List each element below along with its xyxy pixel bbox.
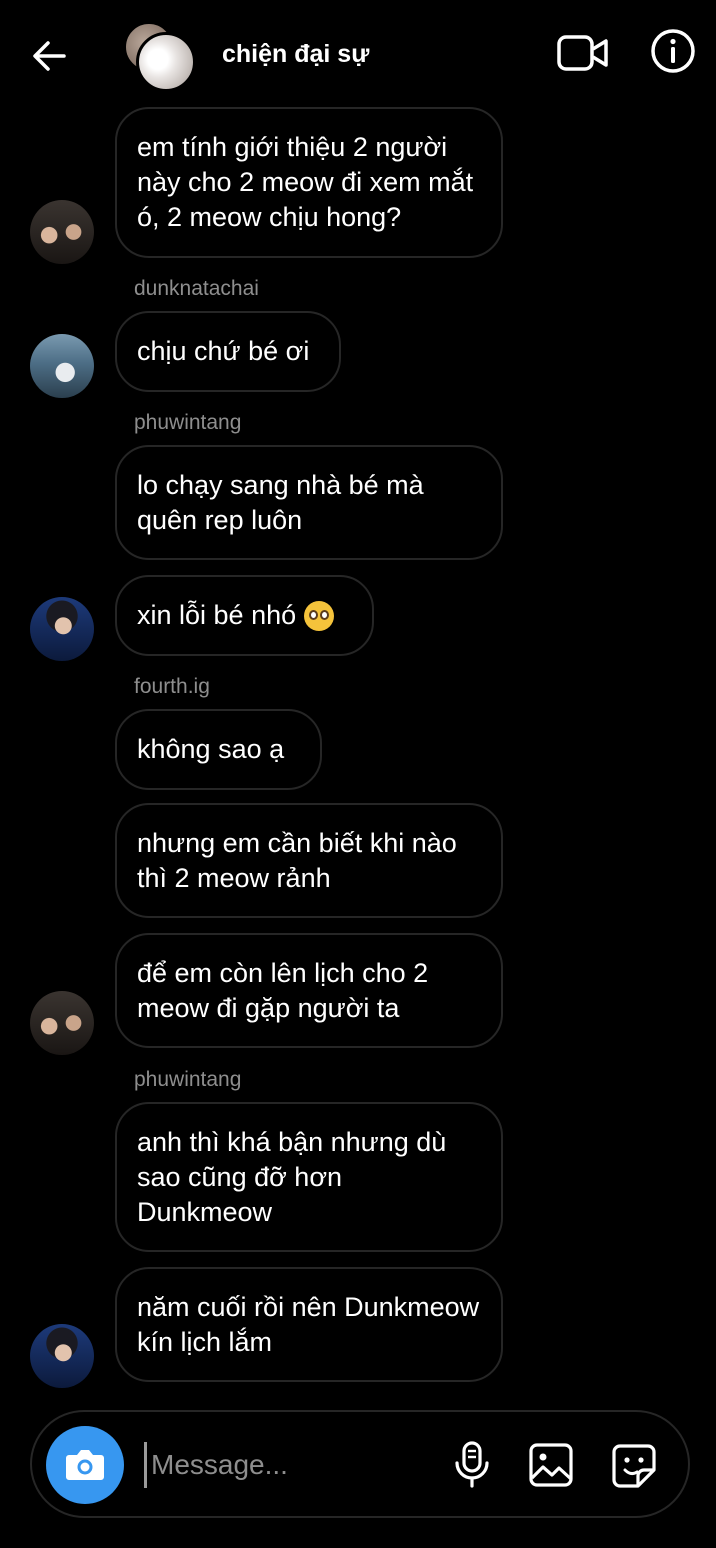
message-text: xin lỗi bé nhó [137,600,297,630]
message-bubble[interactable]: để em còn lên lịch cho 2 meow đi gặp ngư… [115,933,503,1048]
gallery-icon[interactable] [528,1442,574,1488]
microphone-icon[interactable] [450,1440,494,1490]
message-text: anh thì khá bận nhưng dù sao cũng đỡ hơn… [137,1126,447,1227]
sender-avatar[interactable] [30,334,94,398]
message-bubble[interactable]: năm cuối rồi nên Dunkmeow kín lịch lắm [115,1267,503,1382]
message-text: không sao ạ [137,734,285,764]
message-text: lo chạy sang nhà bé mà quên rep luôn [137,469,424,535]
message-bubble[interactable]: nhưng em cần biết khi nào thì 2 meow rản… [115,803,503,918]
message-bubble[interactable]: chịu chứ bé ơi [115,311,341,392]
camera-icon [66,1450,104,1480]
sticker-icon[interactable] [610,1442,658,1490]
sender-username: phuwintang [134,1068,242,1091]
message-bubble[interactable]: không sao ạ [115,709,322,790]
message-text: nhưng em cần biết khi nào thì 2 meow rản… [137,827,457,893]
video-call-icon[interactable] [556,32,610,74]
message-text: chịu chứ bé ơi [137,336,310,366]
message-bubble[interactable]: lo chạy sang nhà bé mà quên rep luôn [115,445,503,560]
sender-avatar[interactable] [30,1324,94,1388]
sender-username: phuwintang [134,411,242,434]
camera-button[interactable] [46,1426,124,1504]
message-text: để em còn lên lịch cho 2 meow đi gặp ngư… [137,957,429,1023]
chat-header: chiện đại sự [0,0,716,108]
back-arrow-icon[interactable] [28,34,72,78]
sender-username: dunknatachai [134,277,259,300]
group-avatar-front [136,32,196,92]
sender-avatar[interactable] [30,597,94,661]
info-icon[interactable] [650,28,696,74]
message-text: em tính giới thiệu 2 người này cho 2 meo… [137,132,474,232]
group-avatar[interactable] [124,22,196,92]
pleading-face-emoji [304,600,335,631]
message-bubble[interactable]: em tính giới thiệu 2 người này cho 2 meo… [115,107,503,258]
sender-avatar[interactable] [30,991,94,1055]
sender-username: fourth.ig [134,675,210,698]
message-bubble[interactable]: xin lỗi bé nhó [115,575,374,656]
message-composer [30,1410,690,1518]
chat-title[interactable]: chiện đại sự [222,40,369,69]
sender-avatar[interactable] [30,200,94,264]
message-input[interactable] [144,1442,433,1488]
message-bubble[interactable]: anh thì khá bận nhưng dù sao cũng đỡ hơn… [115,1102,503,1252]
message-text: năm cuối rồi nên Dunkmeow kín lịch lắm [137,1291,480,1357]
